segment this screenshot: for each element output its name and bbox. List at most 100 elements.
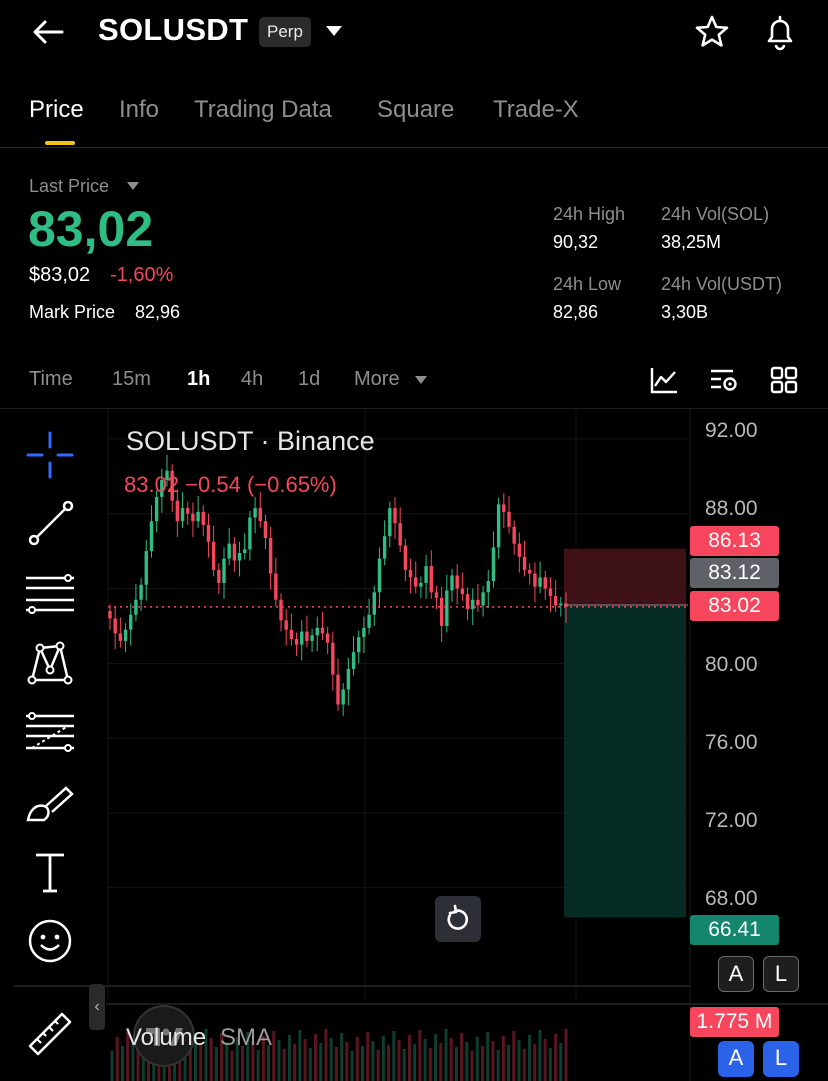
volume-label: Volume xyxy=(126,1024,207,1051)
reset-chart-button[interactable] xyxy=(435,896,481,942)
interval-time[interactable]: Time xyxy=(29,368,73,391)
tab-trade-x[interactable]: Trade-X xyxy=(493,96,579,124)
volume-bar xyxy=(517,1040,521,1081)
volume-bar xyxy=(329,1038,333,1081)
candle-body xyxy=(201,511,205,525)
volume-bar xyxy=(314,1034,318,1081)
candle-body xyxy=(268,538,273,574)
chart-settings-icon[interactable] xyxy=(707,364,739,396)
stop-loss-price-tag[interactable]: 86.13 xyxy=(690,526,779,556)
candle-body xyxy=(471,599,475,610)
indicator-chart-icon[interactable] xyxy=(648,364,680,396)
volume-bar xyxy=(491,1041,495,1081)
candle-body xyxy=(512,526,516,544)
auto-scale-button[interactable]: A xyxy=(718,956,754,992)
volume-bar xyxy=(533,1044,537,1081)
tab-info[interactable]: Info xyxy=(119,96,159,124)
interval-4h[interactable]: 4h xyxy=(241,368,263,391)
symbol-dropdown-icon[interactable] xyxy=(326,26,342,36)
volume-bar xyxy=(230,1051,234,1081)
tab-trading-data[interactable]: Trading Data xyxy=(194,96,332,124)
candle-body xyxy=(336,674,340,705)
contract-type-badge: Perp xyxy=(259,17,311,47)
volume-bar xyxy=(444,1029,448,1081)
volume-bar xyxy=(402,1049,406,1081)
candle-body xyxy=(553,596,558,606)
candle-body xyxy=(196,511,200,522)
grid-layout-icon[interactable] xyxy=(768,364,800,396)
interval-1h[interactable]: 1h xyxy=(187,368,210,391)
active-tab-indicator xyxy=(45,141,75,145)
candle-body xyxy=(263,521,268,539)
chart-ohlc-readout: 83.02 −0.54 (−0.65%) xyxy=(124,472,337,497)
ruler-icon[interactable] xyxy=(22,1006,78,1062)
horizontal-lines-icon[interactable] xyxy=(22,566,78,622)
candle-body xyxy=(232,543,237,561)
volume-bar xyxy=(554,1034,558,1081)
last-price-label[interactable]: Last Price xyxy=(29,176,109,197)
candle-body xyxy=(450,575,454,591)
candle-body xyxy=(331,642,335,675)
interval-1d[interactable]: 1d xyxy=(298,368,320,391)
volume-sma-label: SMA xyxy=(220,1024,273,1051)
take-profit-price-tag[interactable]: 66.41 xyxy=(690,915,779,945)
vol-usdt-value: 3,30B xyxy=(661,302,709,322)
brush-icon[interactable] xyxy=(22,776,78,832)
candle-body xyxy=(439,597,444,626)
pattern-icon[interactable] xyxy=(22,636,78,692)
candle-body xyxy=(476,599,480,606)
candle-body xyxy=(377,558,382,593)
volume-bar xyxy=(527,1035,531,1081)
volume-bar xyxy=(214,1047,218,1081)
candle-body xyxy=(217,569,221,583)
tab-square[interactable]: Square xyxy=(377,96,454,124)
candle-body xyxy=(502,504,506,512)
trend-line-icon[interactable] xyxy=(22,496,78,552)
volume-bar xyxy=(120,1046,124,1081)
collapse-toolbar-button[interactable]: ‹ xyxy=(89,984,105,1030)
fib-levels-icon[interactable] xyxy=(22,706,78,762)
log-scale-button[interactable]: L xyxy=(763,956,799,992)
volume-bar xyxy=(470,1051,474,1081)
interval-more[interactable]: More xyxy=(354,368,400,391)
volume-bar xyxy=(340,1033,344,1081)
interval-15m[interactable]: 15m xyxy=(112,368,151,391)
candle-body xyxy=(522,556,527,570)
back-arrow-icon[interactable] xyxy=(28,14,68,50)
last-price-dropdown-icon[interactable] xyxy=(127,182,139,190)
emoji-icon[interactable] xyxy=(22,913,78,969)
volume-bar xyxy=(423,1039,427,1081)
candle-body xyxy=(434,592,439,598)
candle-body xyxy=(180,508,185,522)
chart-title: SOLUSDT · Binance xyxy=(126,426,375,456)
usd-price-value: $83,02 xyxy=(29,264,91,286)
favorite-star-icon[interactable] xyxy=(693,13,731,51)
more-dropdown-icon[interactable] xyxy=(415,376,427,384)
vol-sol-label: 24h Vol(SOL) xyxy=(661,204,770,224)
volume-log-scale-button[interactable]: L xyxy=(763,1041,799,1077)
tab-price[interactable]: Price xyxy=(29,96,84,124)
entry-price-tag[interactable]: 83.12 xyxy=(690,558,779,588)
volume-bar xyxy=(298,1030,302,1081)
crosshair-icon[interactable] xyxy=(22,427,78,483)
candle-body xyxy=(222,558,226,583)
volume-bar xyxy=(308,1048,312,1081)
candle-body xyxy=(393,508,397,524)
candle-body xyxy=(113,618,117,634)
symbol-title[interactable]: SOLUSDT xyxy=(98,12,248,48)
alert-bell-icon[interactable] xyxy=(761,12,799,52)
low-24h-value: 82,86 xyxy=(553,302,599,322)
price-change-percent: -1,60% xyxy=(110,264,174,286)
candle-body xyxy=(351,652,356,669)
candle-body xyxy=(154,496,159,522)
volume-bar xyxy=(115,1037,119,1081)
volume-bar xyxy=(543,1039,547,1081)
volume-bar xyxy=(371,1041,375,1081)
candle-body xyxy=(300,631,304,645)
candle-body xyxy=(414,577,418,587)
price-chart[interactable] xyxy=(0,409,828,1081)
volume-bar xyxy=(548,1048,552,1081)
text-icon[interactable] xyxy=(22,845,78,901)
volume-auto-scale-button[interactable]: A xyxy=(718,1041,754,1077)
volume-bar xyxy=(496,1050,500,1081)
